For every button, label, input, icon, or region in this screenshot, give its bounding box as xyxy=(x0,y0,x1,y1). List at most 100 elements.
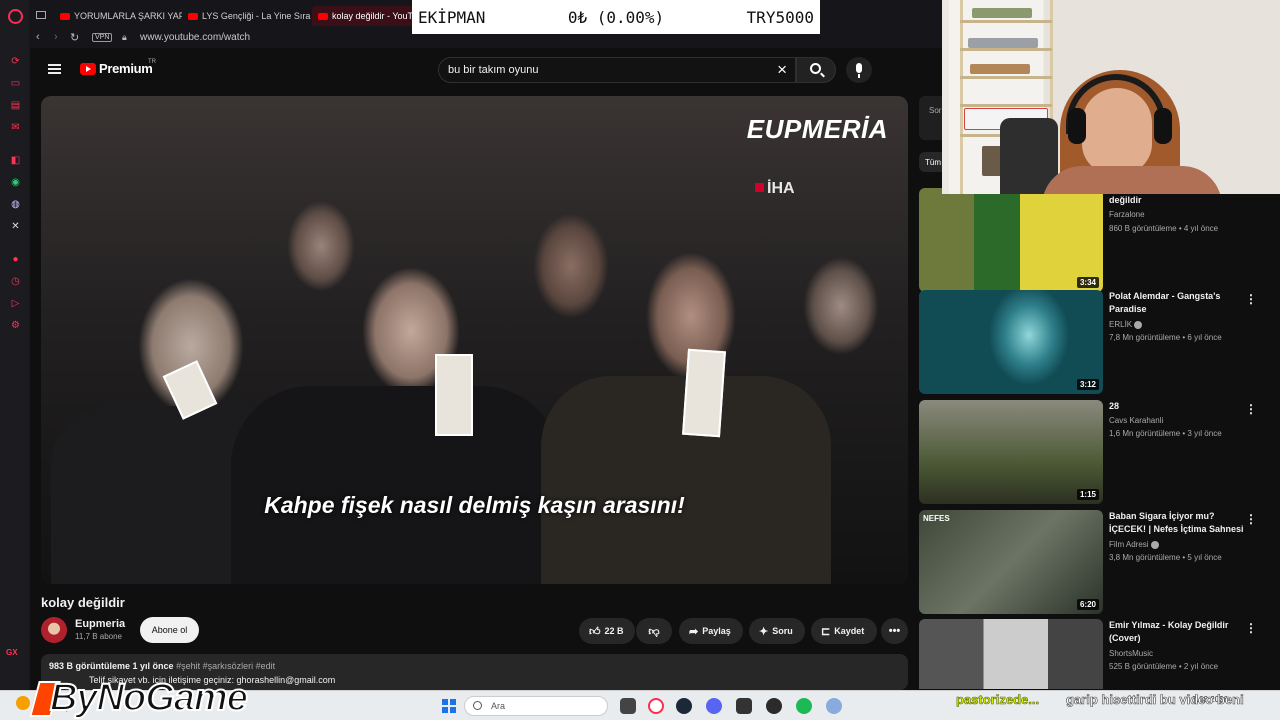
recommendation-channel[interactable]: Farzalone xyxy=(1109,210,1145,219)
reload-icon[interactable]: ↻ xyxy=(70,31,79,44)
recommendation-title[interactable]: Polat Alemdar - Gangsta's Paradise xyxy=(1109,290,1245,316)
recommendation-item[interactable]: 3:34 değildir Farzalone 860 B görüntülem… xyxy=(919,188,1279,292)
shelf-decoration xyxy=(970,64,1030,74)
discord-icon[interactable]: ◍ xyxy=(9,198,22,211)
recommendation-item[interactable]: Emir Yılmaz - Kolay Değildir (Cover) Sho… xyxy=(919,619,1279,689)
lock-icon[interactable]: 🔒︎ xyxy=(122,32,127,43)
history-icon[interactable]: ⟳ xyxy=(9,55,22,68)
youtube-brand[interactable]: Premium xyxy=(99,61,153,76)
recommendation-item[interactable]: 3:12 Polat Alemdar - Gangsta's Paradise … xyxy=(919,290,1279,394)
side-panel-label: Sor xyxy=(929,106,942,115)
duration-badge: 1:15 xyxy=(1076,489,1099,500)
ask-button[interactable]: ✦ Soru xyxy=(749,618,805,644)
share-button[interactable]: ➦ Paylaş xyxy=(679,618,743,644)
clear-search-icon[interactable]: × xyxy=(777,60,787,80)
like-button[interactable]: 👍︎ 22 B xyxy=(579,618,635,644)
video-thumbnail[interactable]: 3:12 xyxy=(919,290,1103,394)
youtube-logo-icon[interactable] xyxy=(80,63,96,75)
search-input[interactable]: bu bir takım oyunu × xyxy=(438,57,796,83)
tab-lys[interactable]: LYS Gençliği - La Yine Sıra xyxy=(182,6,312,26)
webcam-overlay xyxy=(942,0,1280,194)
app-icon[interactable] xyxy=(826,698,842,714)
hamburger-menu-icon[interactable] xyxy=(48,64,61,74)
chat-message: garip hisettirdi bu video beni xyxy=(1066,692,1244,708)
tab-yorumlarla[interactable]: YORUMLARLA ŞARKI YAPI xyxy=(54,6,182,26)
recommendation-title[interactable]: Baban Sigara İçiyor mu? İÇECEK! | Nefes … xyxy=(1109,510,1245,536)
video-thumbnail[interactable]: 1:15 xyxy=(919,400,1103,504)
photo-badge xyxy=(682,348,726,438)
recommendation-title[interactable]: Emir Yılmaz - Kolay Değildir (Cover) xyxy=(1109,619,1245,645)
whatsapp-icon[interactable]: ◉ xyxy=(9,176,22,189)
recommendation-channel[interactable]: Cavs Karahanli xyxy=(1109,416,1163,425)
recommendation-channel[interactable]: ERLİK xyxy=(1109,320,1143,329)
more-actions-button[interactable]: ••• xyxy=(881,618,908,644)
upload-age: 1 yıl önce xyxy=(132,661,174,671)
more-vertical-icon[interactable]: ⋮ xyxy=(1245,621,1257,635)
verified-icon xyxy=(1150,540,1159,549)
dislike-button[interactable]: 👎︎ xyxy=(636,618,672,644)
shelf-decoration xyxy=(972,8,1032,18)
forward-icon[interactable]: › xyxy=(54,31,58,43)
recommendation-item[interactable]: 1:15 28 Cavs Karahanli 1,6 Mn görüntülem… xyxy=(919,400,1279,504)
search-icon xyxy=(810,63,821,74)
news-icon[interactable]: ▤ xyxy=(9,99,22,112)
recommendation-title[interactable]: değildir xyxy=(1109,194,1245,207)
url-field[interactable]: www.youtube.com/watch xyxy=(140,32,250,43)
mail-icon[interactable]: ✉ xyxy=(9,121,22,134)
video-thumbnail[interactable] xyxy=(919,619,1103,689)
steam-icon[interactable] xyxy=(676,698,692,714)
youtube-favicon-icon xyxy=(318,12,328,20)
subscribe-button[interactable]: Abone ol xyxy=(140,617,199,643)
recommendation-channel[interactable]: ShortsMusic xyxy=(1109,649,1153,658)
video-title: kolay değildir xyxy=(41,595,125,610)
shelf xyxy=(960,104,1052,107)
player-icon[interactable]: ▷ xyxy=(9,297,22,310)
windows-start-icon[interactable] xyxy=(442,699,456,713)
settings-icon[interactable]: ⚙ xyxy=(9,319,22,332)
video-thumbnail[interactable]: 3:34 xyxy=(919,188,1103,292)
more-vertical-icon[interactable]: ⋮ xyxy=(1245,292,1257,306)
spotify-icon[interactable]: ● xyxy=(9,253,22,266)
opera-gx-icon[interactable] xyxy=(8,9,23,24)
video-thumbnail[interactable]: NEFES 6:20 xyxy=(919,510,1103,614)
more-vertical-icon[interactable]: ⋮ xyxy=(1245,402,1257,416)
app-icon[interactable] xyxy=(736,698,752,714)
task-view-icon[interactable] xyxy=(620,698,636,714)
search-query[interactable]: bu bir takım oyunu xyxy=(448,64,539,76)
like-count: 22 B xyxy=(604,626,624,636)
gx-label[interactable]: GX xyxy=(6,648,18,657)
taskbar-search-input[interactable]: Ara xyxy=(464,696,608,716)
tab-kolay-degildir[interactable]: kolay değildir - YouTube xyxy=(312,6,416,26)
recommendation-channel[interactable]: Film Adresi xyxy=(1109,540,1159,549)
save-button[interactable]: ⊏ Kaydet xyxy=(811,618,877,644)
video-player[interactable]: EUPMERİA İHA Kahpe fişek nasıl delmiş ka… xyxy=(41,96,908,584)
weather-icon[interactable] xyxy=(16,696,30,710)
ticker-change: 0₺ (0.00%) xyxy=(567,7,665,27)
workspaces-icon[interactable] xyxy=(36,11,46,19)
save-label: Kaydet xyxy=(834,626,865,636)
recommendation-item[interactable]: NEFES 6:20 Baban Sigara İçiyor mu? İÇECE… xyxy=(919,510,1279,614)
discord-taskbar-icon[interactable] xyxy=(706,698,722,714)
chat-username: pastorizede... xyxy=(956,692,1040,708)
twitch-icon[interactable]: ◧ xyxy=(9,154,22,167)
hashtags[interactable]: #şehit #şarkısözleri #edit xyxy=(176,661,275,671)
youtube-favicon-icon xyxy=(188,12,198,20)
x-icon[interactable]: ✕ xyxy=(9,220,22,233)
voice-search-icon[interactable] xyxy=(846,57,872,83)
spotify-taskbar-icon[interactable] xyxy=(796,698,812,714)
channel-label: Film Adresi xyxy=(1109,540,1149,549)
channel-avatar[interactable] xyxy=(41,617,67,643)
more-vertical-icon[interactable]: ⋮ xyxy=(1245,512,1257,526)
channel-name[interactable]: Eupmeria xyxy=(75,618,125,630)
stream-ticker-overlay: EKİPMAN 0₺ (0.00%) TRY5000 xyxy=(412,0,820,34)
search-button[interactable] xyxy=(796,57,836,83)
shelf xyxy=(960,48,1052,51)
recommendation-title[interactable]: 28 xyxy=(1109,400,1245,413)
obs-icon[interactable] xyxy=(766,698,782,714)
bag-icon[interactable]: ▭ xyxy=(9,77,22,90)
vpn-badge[interactable]: VPN xyxy=(92,33,113,42)
clock-icon[interactable]: ◷ xyxy=(9,275,22,288)
opera-gx-taskbar-icon[interactable] xyxy=(648,698,664,714)
back-icon[interactable]: ‹ xyxy=(36,31,40,43)
shelf xyxy=(960,76,1052,79)
